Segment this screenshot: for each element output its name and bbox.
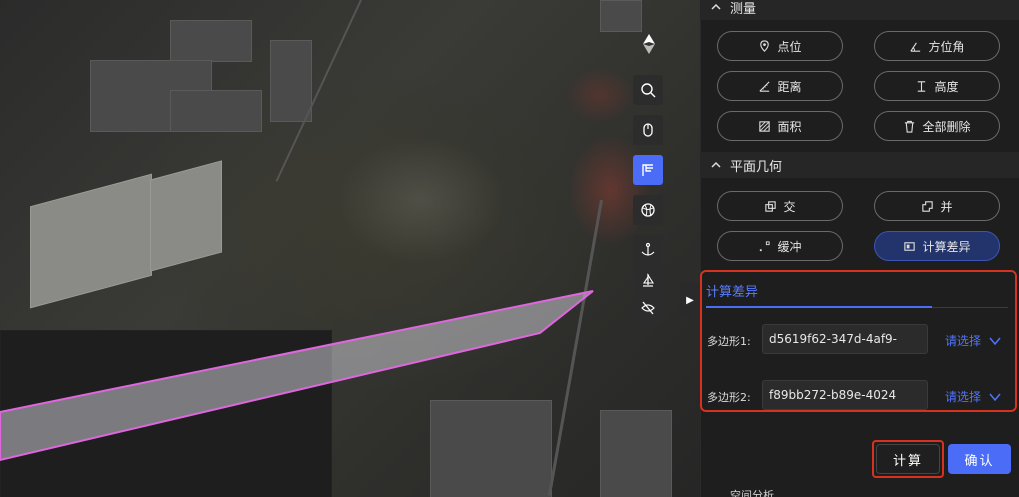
location-pin-icon [760,39,770,52]
sail-icon [642,273,654,287]
geometry-buffer-button[interactable]: 缓冲 [717,231,843,261]
polygon2-select[interactable]: 请选择 [945,388,1001,405]
mouse-icon [643,123,653,137]
map-tool-anchor[interactable] [633,235,663,265]
section-geometry-title: 平面几何 [730,159,783,175]
globe-icon [641,203,655,217]
tab-active-underline [706,306,932,308]
measure-height-button[interactable]: 高度 [874,71,1000,101]
measure-delete-all-button[interactable]: 全部删除 [874,111,1000,141]
confirm-button[interactable]: 确认 [948,444,1011,474]
anchor-icon [641,242,655,256]
eye-off-icon [641,301,655,315]
section-spatial-analysis-header[interactable]: 空间分析 [730,487,774,497]
section-measure-title: 测量 [730,1,757,17]
panel-collapse-button[interactable]: ▶ [680,282,700,318]
map-tool-globe[interactable] [633,195,663,225]
chevron-up-icon [711,3,721,10]
map-tool-mouse[interactable] [633,115,663,145]
geometry-difference-button[interactable]: 计算差异 [874,231,1000,261]
measure-point-button[interactable]: 点位 [717,31,843,61]
section-geometry-header[interactable]: 平面几何 [700,152,1019,178]
map-view[interactable] [0,0,700,497]
geometry-union-button[interactable]: 并 [874,191,1000,221]
tab-calc-difference[interactable]: 计算差异 [706,281,758,300]
measure-area-button[interactable]: 面积 [717,111,843,141]
area-icon [759,120,771,132]
intersect-icon [765,200,777,212]
search-icon [641,83,656,98]
polygon2-label: 多边形2: [707,391,751,404]
polygon1-label: 多边形1: [707,335,751,348]
compass-icon[interactable] [640,33,658,55]
map-tool-eye-off[interactable] [633,293,663,323]
chevron-down-icon [989,337,1001,345]
measure-distance-button[interactable]: 距离 [717,71,843,101]
buffer-icon [760,240,771,251]
height-icon [918,80,926,92]
polygon2-field[interactable]: f89bb272-b89e-4024 [762,380,928,410]
polygon1-field[interactable]: d5619f62-347d-4af9- [762,324,928,354]
union-icon [922,200,934,212]
map-tool-sail[interactable] [633,265,663,295]
ruler-icon [759,80,771,92]
map-tool-plane-geometry[interactable] [633,155,663,185]
difference-icon [904,241,916,251]
chevron-up-icon [711,161,721,168]
trash-icon [905,120,915,133]
section-measure-header[interactable]: 测量 [700,0,1019,20]
drawn-polygon[interactable] [0,0,700,497]
angle-icon [910,41,921,52]
chevron-down-icon [989,393,1001,401]
measure-azimuth-button[interactable]: 方位角 [874,31,1000,61]
caret-right-icon: ▶ [686,294,694,306]
compute-button-highlight [872,440,944,478]
plane-geometry-icon [642,164,653,176]
geometry-intersect-button[interactable]: 交 [717,191,843,221]
polygon1-select[interactable]: 请选择 [945,332,1001,349]
map-tool-search[interactable] [633,75,663,105]
